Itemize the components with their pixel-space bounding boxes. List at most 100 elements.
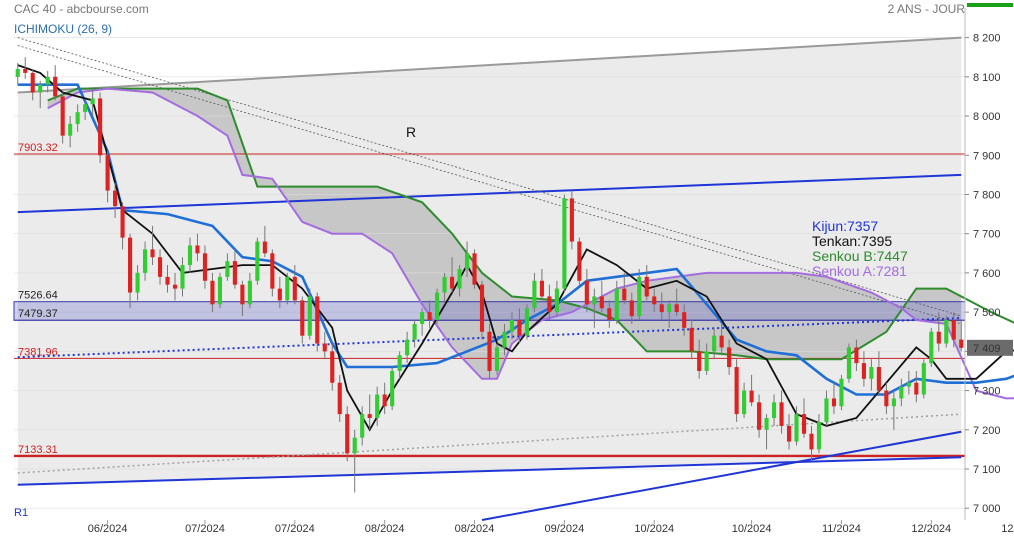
candle-body xyxy=(914,382,919,395)
candle-body xyxy=(60,96,65,136)
candle xyxy=(472,249,477,289)
candle xyxy=(929,327,934,368)
candle-body xyxy=(225,261,230,277)
candle-body xyxy=(779,402,784,426)
candle-body xyxy=(622,288,627,301)
price-tick-label: 8 000 xyxy=(973,111,1001,123)
candle-body xyxy=(68,123,73,136)
candle-body xyxy=(554,288,559,313)
candle xyxy=(524,304,530,340)
candle-body xyxy=(801,414,807,434)
candle-body xyxy=(83,104,88,113)
legend-kijun: Kijun:7357 xyxy=(812,218,878,234)
candle-body xyxy=(255,241,260,281)
candle-body xyxy=(794,414,799,442)
candle-body xyxy=(210,280,215,305)
candle-body xyxy=(187,245,193,266)
candle-body xyxy=(951,319,956,340)
price-tick-label: 7 300 xyxy=(973,386,1001,398)
candle-body xyxy=(509,319,515,332)
price-tick-label: 7 200 xyxy=(973,425,1001,437)
candle-body xyxy=(30,72,35,93)
date-tick-label: 07/2024 xyxy=(275,523,315,535)
candle-body xyxy=(884,390,889,407)
chart-period-label: 2 ANS - JOUR xyxy=(888,2,966,16)
candle-body xyxy=(674,304,679,313)
candle-body xyxy=(307,296,312,336)
date-tick-label: 12/2024 xyxy=(911,523,951,535)
candle-body xyxy=(240,284,245,305)
candle-body xyxy=(420,312,425,324)
candle-body xyxy=(861,363,866,379)
price-tick-label: 7 600 xyxy=(973,268,1001,280)
price-tick-label: 7 900 xyxy=(973,150,1001,162)
candle-body xyxy=(697,351,702,371)
candle-body xyxy=(637,276,642,317)
annotation-r: R xyxy=(406,124,416,140)
candle-body xyxy=(195,245,200,254)
candle xyxy=(315,292,320,352)
date-tick-label: 07/2024 xyxy=(185,523,225,535)
candle-body xyxy=(150,249,155,258)
candle-body xyxy=(839,378,844,407)
candle-body xyxy=(135,272,140,293)
candle-body xyxy=(75,112,80,124)
candle-body xyxy=(712,335,717,352)
candle-body xyxy=(547,296,552,313)
candle-body xyxy=(449,276,455,289)
candle-body xyxy=(689,327,694,352)
candle-body xyxy=(457,269,462,289)
candle-body xyxy=(607,308,612,320)
candle-body xyxy=(614,288,619,320)
level-label: 7133.31 xyxy=(18,444,58,456)
price-tick-label: 7 100 xyxy=(973,464,1001,476)
candle-body xyxy=(869,367,874,379)
candle-body xyxy=(876,367,881,391)
candle-body xyxy=(352,437,357,454)
candle-body xyxy=(599,296,604,309)
date-tick-label: 08/2024 xyxy=(365,523,405,535)
legend-senkou-a: Senkou A:7281 xyxy=(812,263,907,279)
candle-body xyxy=(479,284,485,332)
candle-body xyxy=(464,253,470,269)
candle-body xyxy=(277,288,282,301)
candle-body xyxy=(592,296,597,305)
candle-body xyxy=(412,323,417,340)
date-tick-label: 10/2024 xyxy=(634,523,674,535)
candle-body xyxy=(38,84,43,93)
candle-body xyxy=(517,319,522,336)
candle xyxy=(390,367,395,411)
candle-body xyxy=(959,339,964,348)
candle-body xyxy=(532,280,537,309)
price-tick-label: 7 800 xyxy=(973,189,1001,201)
candle-body xyxy=(23,68,28,73)
candle-body xyxy=(285,276,290,301)
candle-body xyxy=(502,331,507,348)
price-tick-label: 7 500 xyxy=(973,307,1001,319)
candle xyxy=(45,70,50,93)
candle-body xyxy=(337,382,342,415)
candle xyxy=(839,374,844,411)
candle-body xyxy=(322,343,327,352)
candle-body xyxy=(53,76,58,97)
candle xyxy=(494,343,500,375)
candle-body xyxy=(232,261,237,285)
legend-senkou-b: Senkou B:7447 xyxy=(812,248,908,264)
candle-body xyxy=(262,241,267,254)
candle-body xyxy=(584,280,589,305)
candle-body xyxy=(105,155,110,191)
candle xyxy=(285,272,290,305)
candle xyxy=(217,272,222,309)
date-tick-label: 10/2024 xyxy=(732,523,772,535)
candle-body xyxy=(345,414,350,454)
candle xyxy=(487,323,492,379)
candle-body xyxy=(180,265,185,289)
candle-body xyxy=(128,237,133,293)
candle-body xyxy=(854,347,859,364)
axis-accent-bar xyxy=(967,3,1013,7)
candle-body xyxy=(435,292,440,320)
candle-body xyxy=(652,296,657,305)
candle-body xyxy=(360,414,365,438)
candle-body xyxy=(764,418,769,430)
candle-body xyxy=(929,331,934,364)
